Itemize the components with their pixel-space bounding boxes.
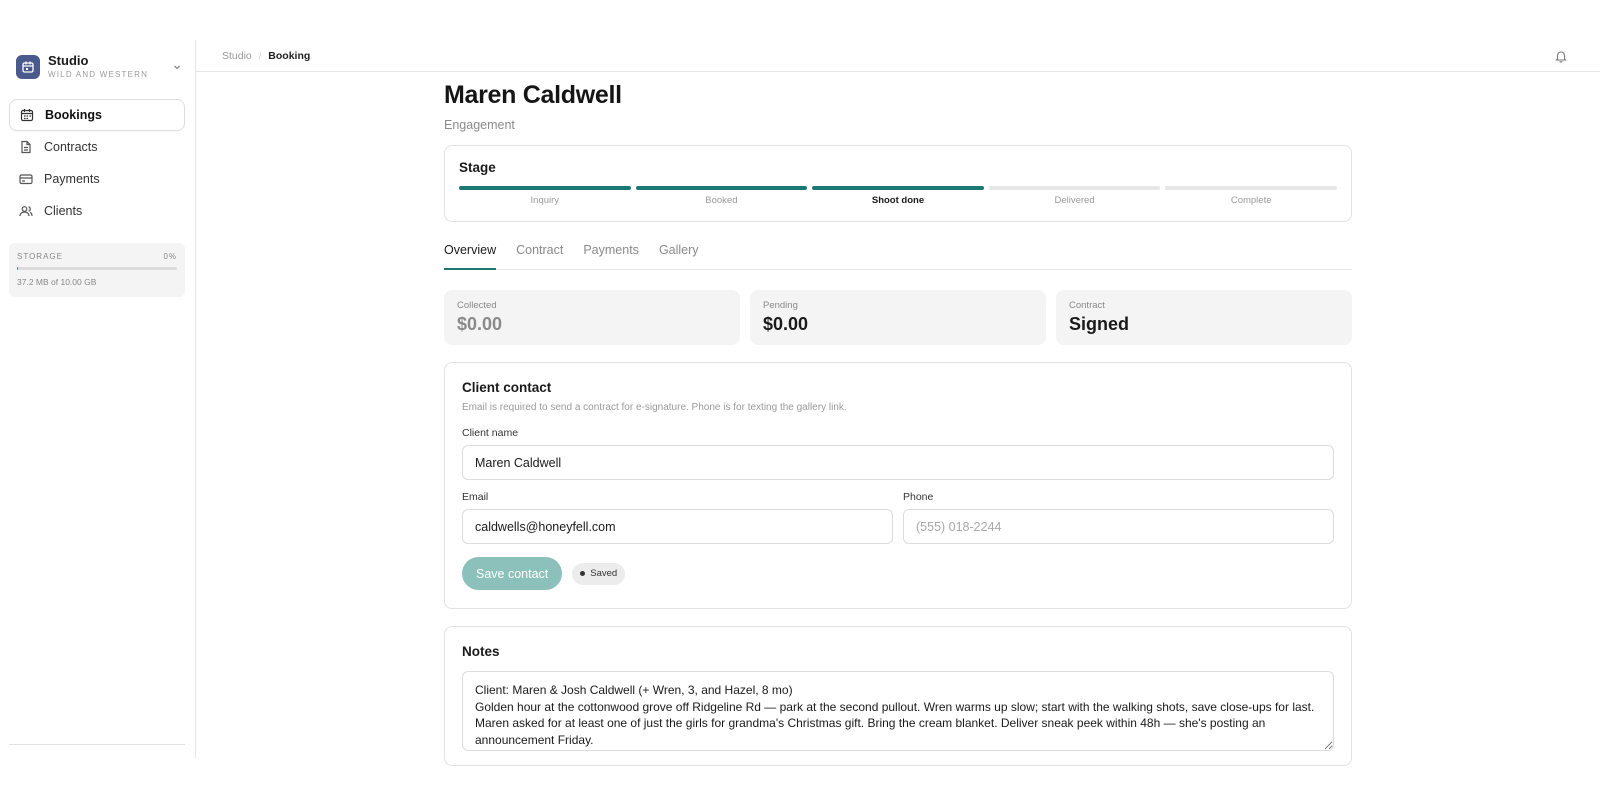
stage-step-inquiry[interactable]: Inquiry [459,186,631,206]
workspace-switcher[interactable]: Studio WILD AND WESTERN [16,54,184,80]
main-content: Maren Caldwell Engagement Stage Inquiry … [444,72,1352,766]
users-icon [19,204,33,218]
page-subtitle: Engagement [444,118,515,132]
sidebar-nav: Bookings Contracts Payments Clients [9,99,185,227]
topbar: Studio / Booking [196,40,1600,72]
stage-label: Complete [1230,195,1272,206]
stage-bar [1165,186,1337,190]
tab-contract[interactable]: Contract [516,243,563,270]
section-title: Notes [462,644,500,659]
stat-contract: Contract Signed [1056,290,1352,345]
sidebar-item-payments[interactable]: Payments [9,163,185,195]
client-name-label: Client name [462,427,519,439]
stage-label: Inquiry [530,195,560,206]
workspace-subtitle: WILD AND WESTERN [48,70,149,79]
client-name-input[interactable] [462,445,1334,480]
stage-title: Stage [459,160,496,175]
phone-input[interactable] [903,509,1334,544]
sidebar-item-contracts[interactable]: Contracts [9,131,185,163]
storage-progress-bar [17,267,177,270]
stat-value: Signed [1069,314,1130,334]
client-contact-card: Client contact Email is required to send… [444,362,1352,609]
storage-label: STORAGE [17,252,63,261]
document-icon [19,140,33,154]
chevron-down-icon[interactable] [170,60,184,74]
credit-card-icon [19,172,33,186]
stage-bar [988,186,1161,190]
notes-textarea[interactable]: Client: Maren & Josh Caldwell (+ Wren, 3… [462,671,1334,751]
stat-label: Contract [1069,300,1105,311]
tab-gallery[interactable]: Gallery [659,243,699,270]
sidebar-item-label: Clients [44,204,83,218]
stage-step-shoot-done[interactable]: Shoot done [812,186,984,206]
storage-progress-fill [17,267,18,270]
status-text: Saved [590,568,618,579]
storage-percent: 0% [163,252,177,261]
stat-label: Collected [457,300,497,311]
stage-step-delivered[interactable]: Delivered [988,186,1161,206]
breadcrumb-separator: / [258,50,262,61]
breadcrumb-parent[interactable]: Studio [222,50,252,62]
email-input[interactable] [462,509,893,544]
stage-label: Booked [705,195,738,206]
stat-value: $0.00 [457,314,503,334]
stage-step-booked[interactable]: Booked [635,186,808,206]
phone-label: Phone [903,491,934,503]
sidebar: Studio WILD AND WESTERN Bookings Contrac… [0,40,196,758]
section-description: Email is required to send a contract for… [462,402,847,413]
saved-status-badge: Saved [572,562,626,585]
sidebar-item-bookings[interactable]: Bookings [9,99,185,131]
tab-payments[interactable]: Payments [583,243,639,270]
stage-bar [459,186,631,190]
sidebar-item-label: Contracts [44,140,98,154]
save-contact-button[interactable]: Save contact [462,557,563,590]
status-dot [580,571,586,576]
page-title: Maren Caldwell [444,81,622,109]
stage-label: Delivered [1054,195,1095,206]
workspace-name: Studio [48,53,89,68]
sidebar-item-label: Payments [44,172,100,186]
notes-card: Notes Client: Maren & Josh Caldwell (+ W… [444,626,1352,766]
stat-value: $0.00 [763,314,809,334]
stage-tracker: Inquiry Booked Shoot done Delivered Comp… [459,186,1337,206]
section-title: Client contact [462,380,552,395]
stats-row: Collected $0.00 Pending $0.00 Contract S… [444,290,1352,345]
stage-step-complete[interactable]: Complete [1165,186,1337,206]
bell-icon[interactable] [1554,49,1568,63]
sidebar-divider [9,744,185,745]
stage-bar [812,186,984,190]
storage-usage: 37.2 MB of 10.00 GB [17,277,97,287]
stage-label: Shoot done [871,195,925,206]
stat-pending: Pending $0.00 [750,290,1046,345]
stat-collected: Collected $0.00 [444,290,740,345]
calendar-icon [20,108,34,122]
tab-bar: Overview Contract Payments Gallery [444,243,1352,270]
stage-card: Stage Inquiry Booked Shoot done Delivere… [444,145,1352,222]
calendar-icon [16,55,40,79]
sidebar-item-label: Bookings [45,108,102,122]
stage-bar [635,186,808,190]
stat-label: Pending [763,300,798,311]
storage-meter: STORAGE 0% 37.2 MB of 10.00 GB [9,243,185,297]
sidebar-item-clients[interactable]: Clients [9,195,185,227]
breadcrumb: Studio / Booking [222,50,310,62]
email-label: Email [462,491,489,503]
breadcrumb-current: Booking [268,49,311,62]
tab-overview[interactable]: Overview [444,243,497,270]
